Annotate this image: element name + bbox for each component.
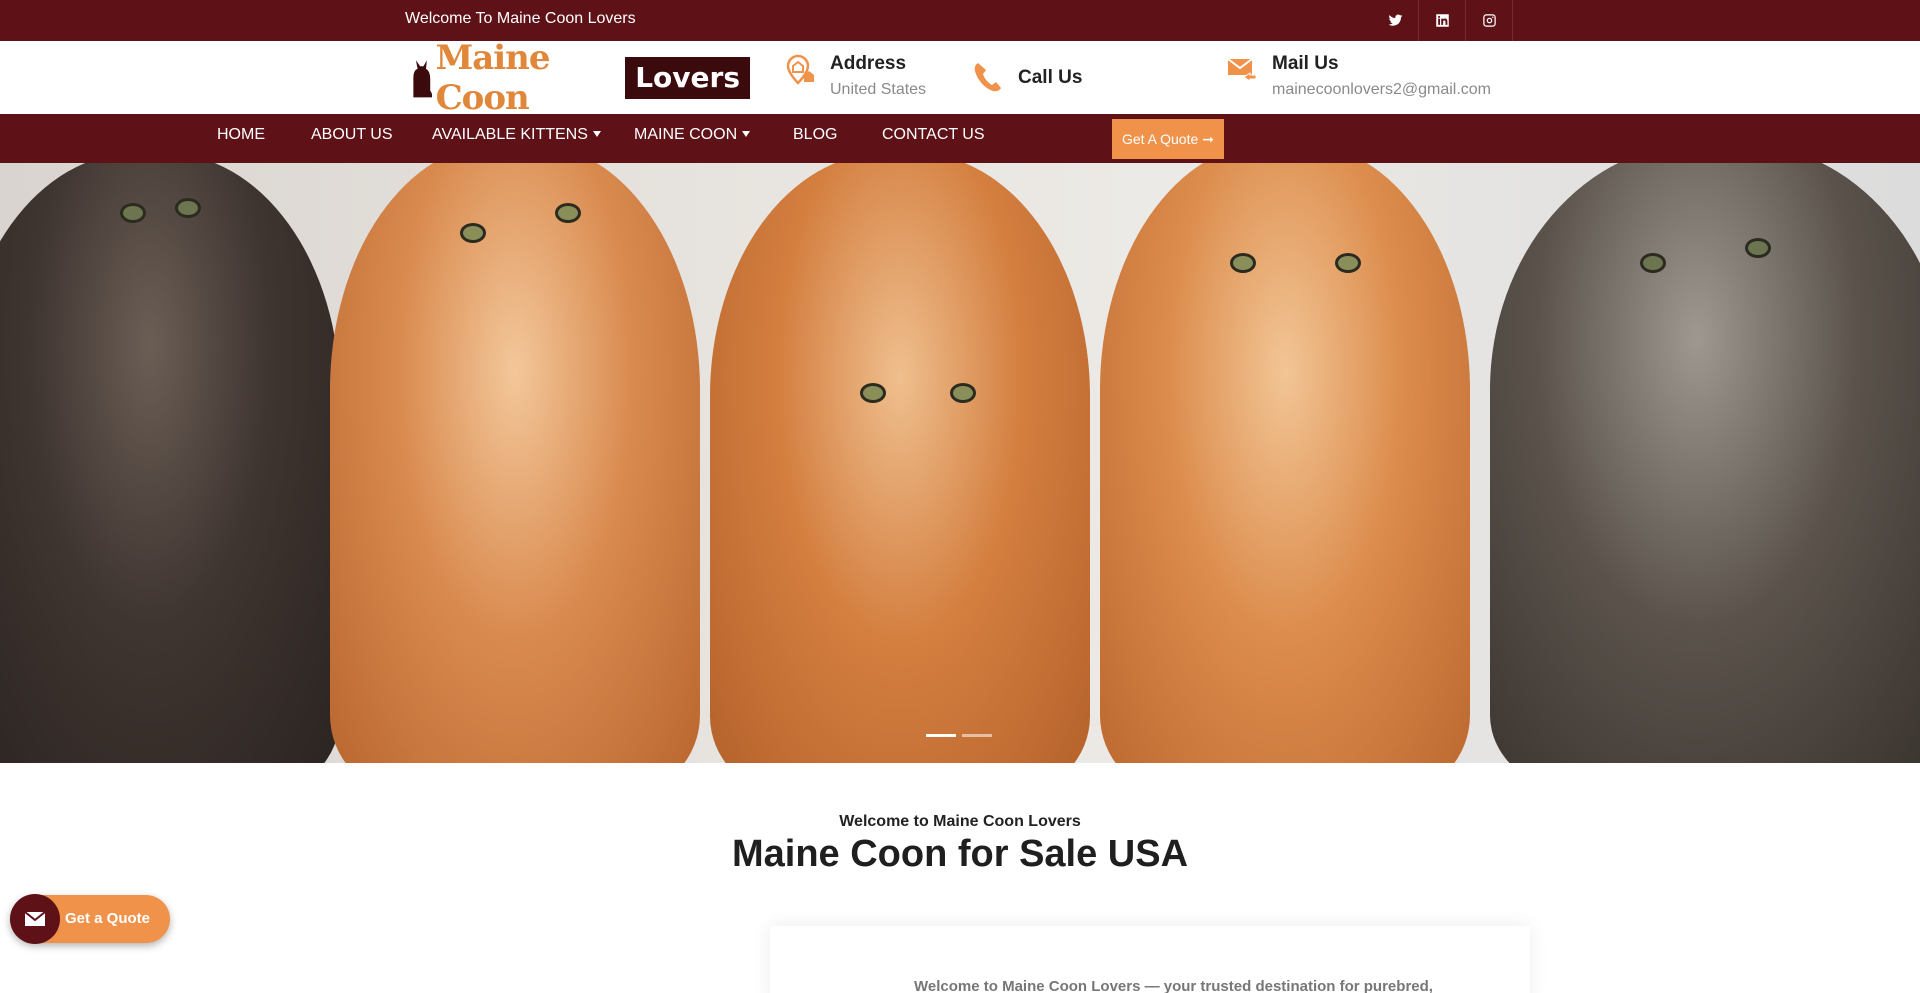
get-a-quote-label: Get A Quote — [1121, 131, 1199, 147]
caret-down-icon — [592, 131, 601, 137]
instagram-icon[interactable] — [1466, 0, 1513, 41]
envelope-icon — [1227, 58, 1257, 82]
logo-text-orange: Maine Coon — [435, 38, 551, 118]
nav-item-home[interactable]: HOME — [217, 126, 265, 144]
floating-quote-label: Get a Quote — [65, 910, 151, 927]
envelope-icon — [10, 894, 60, 944]
kitten-image-4 — [1100, 163, 1470, 763]
arrow-right-icon: ➞ — [1202, 130, 1214, 147]
address-value: United States — [830, 81, 927, 98]
mail-value[interactable]: mainecoonlovers2@gmail.com — [1272, 81, 1491, 99]
welcome-text: Welcome To Maine Coon Lovers — [405, 10, 636, 27]
kitten-image-5 — [1490, 163, 1920, 763]
intro-text: Welcome to Maine Coon Lovers — your trus… — [914, 978, 1433, 993]
cat-silhouette-icon — [413, 60, 433, 98]
nav-item-label: MAINE COON — [634, 126, 738, 143]
slider-dots — [926, 734, 992, 737]
slider-dot-1[interactable] — [926, 734, 956, 737]
kitten-image-3 — [710, 163, 1090, 763]
logo-text-box: Lovers — [625, 57, 750, 99]
nav-item-label: BLOG — [793, 126, 838, 143]
call-title: Call Us — [1018, 67, 1083, 88]
hero-slider[interactable] — [0, 163, 1920, 763]
kitten-image-1 — [0, 163, 340, 763]
intro-kicker: Welcome to Maine Coon Lovers — [839, 813, 1081, 830]
site-header: Maine Coon Lovers Address United States … — [0, 38, 1920, 118]
nav-item-available-kittens[interactable]: AVAILABLE KITTENS — [432, 126, 601, 144]
site-logo[interactable]: Maine Coon Lovers — [410, 38, 750, 118]
location-home-icon — [786, 54, 814, 85]
nav-item-maine-coon[interactable]: MAINE COON — [634, 126, 751, 144]
top-bar: Welcome To Maine Coon Lovers — [0, 0, 1920, 41]
nav-item-label: CONTACT US — [882, 126, 985, 143]
mail-title: Mail Us — [1272, 53, 1339, 74]
floating-quote-button[interactable]: Get a Quote — [10, 894, 170, 944]
intro-card: Welcome to Maine Coon Lovers — your trus… — [770, 926, 1530, 993]
nav-item-label: ABOUT US — [311, 126, 393, 143]
kitten-image-2 — [330, 163, 700, 763]
nav-item-label: AVAILABLE KITTENS — [432, 126, 588, 143]
address-info: Address United States — [784, 53, 926, 99]
social-links — [1372, 0, 1513, 41]
mail-info[interactable]: Mail Us mainecoonlovers2@gmail.com — [1226, 53, 1491, 99]
phone-icon — [974, 63, 1001, 92]
main-nav: HOME ABOUT US AVAILABLE KITTENS MAINE CO… — [0, 114, 1920, 163]
twitter-icon[interactable] — [1372, 0, 1419, 41]
intro-title: Maine Coon for Sale USA — [731, 833, 1189, 875]
nav-item-blog[interactable]: BLOG — [793, 126, 837, 144]
caret-down-icon — [742, 131, 751, 137]
linkedin-icon[interactable] — [1419, 0, 1466, 41]
get-a-quote-button[interactable]: Get A Quote ➞ — [1112, 119, 1224, 159]
call-info[interactable]: Call Us — [972, 61, 1082, 93]
nav-item-contact-us[interactable]: CONTACT US — [882, 126, 985, 144]
nav-item-label: HOME — [217, 126, 265, 143]
slider-dot-2[interactable] — [962, 734, 992, 737]
nav-item-about-us[interactable]: ABOUT US — [311, 126, 393, 144]
address-title: Address — [830, 53, 907, 74]
